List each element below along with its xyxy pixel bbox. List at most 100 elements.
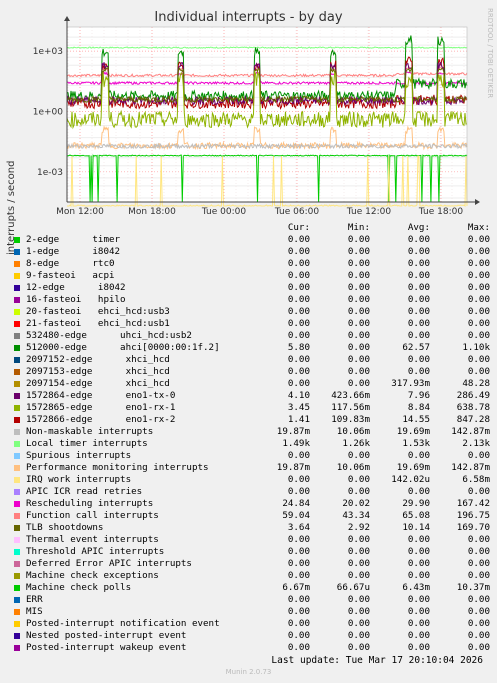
legend-row: Local timer interrupts 1.49k 1.26k 1.53k 2.1… xyxy=(14,438,494,450)
legend-row: 2-edge timer 0.00 0.00 0.00 0.00 xyxy=(14,234,494,246)
legend-cur: 0.00 xyxy=(287,246,310,257)
legend-avg: 0.00 xyxy=(407,330,430,341)
legend-max: 6.58m xyxy=(462,474,490,485)
legend-cur: 0.00 xyxy=(287,330,310,341)
legend-cur: 0.00 xyxy=(287,270,310,281)
legend-avg: 0.00 xyxy=(407,294,430,305)
legend-series-name: 2097152-edge xhci_hcd xyxy=(26,354,170,365)
legend-min: 0.00 xyxy=(347,330,370,341)
legend-series-name: Non-maskable interrupts xyxy=(26,426,154,437)
legend-series-name: 21-fasteoi ehci_hcd:usb1 xyxy=(26,318,170,329)
legend-swatch xyxy=(14,321,20,327)
legend-min: 0.00 xyxy=(347,450,370,461)
legend-swatch xyxy=(14,501,20,507)
x-tick-label: Tue 06:00 xyxy=(274,207,319,217)
legend-min: 0.00 xyxy=(347,570,370,581)
legend-max: 0.00 xyxy=(467,330,490,341)
legend-avg: 62.57 xyxy=(402,342,430,353)
legend-row: Function call interrupts 59.04 43.34 65.08 1… xyxy=(14,510,494,522)
legend-series-name: 1572866-edge eno1-rx-2 xyxy=(26,414,176,425)
legend-series-name: Performance monitoring interrupts xyxy=(26,462,209,473)
legend-min: 0.00 xyxy=(347,234,370,245)
plot-area: 1e+03 1e+00 1e-03 Mon 12:00 Mon 18:00 Tue 00:… xyxy=(33,16,480,217)
legend-series-name: Local timer interrupts xyxy=(26,438,148,449)
legend-avg: 0.00 xyxy=(407,366,430,377)
legend-avg: 0.00 xyxy=(407,606,430,617)
legend-swatch xyxy=(14,573,20,579)
legend-min: 0.00 xyxy=(347,618,370,629)
legend-row: MIS 0.00 0.00 0.00 0.00 xyxy=(14,606,494,618)
legend-max: 0.00 xyxy=(467,234,490,245)
legend-row: Machine check polls 6.67m 66.67u 6.43m 10.37… xyxy=(14,582,494,594)
legend-swatch xyxy=(14,429,20,435)
legend-swatch xyxy=(14,333,20,339)
legend-max: 142.87m xyxy=(451,426,490,437)
legend-row: TLB shootdowns 3.64 2.92 10.14 169.70 xyxy=(14,522,494,534)
legend-cur: 19.87m xyxy=(276,462,310,473)
legend-cur: 0.00 xyxy=(287,594,310,605)
legend-cur: 6.67m xyxy=(282,582,310,593)
legend-series-name: Spurious interrupts xyxy=(26,450,132,461)
legend-max: 847.28 xyxy=(456,414,490,425)
legend-avg: 142.02u xyxy=(391,474,430,485)
legend-cur: 0.00 xyxy=(287,570,310,581)
legend-max: 0.00 xyxy=(467,546,490,557)
legend-max: 0.00 xyxy=(467,306,490,317)
legend-cur: 19.87m xyxy=(276,426,310,437)
legend-swatch xyxy=(14,549,20,555)
legend-swatch xyxy=(14,453,20,459)
legend-swatch xyxy=(14,345,20,351)
legend-min: 0.00 xyxy=(347,474,370,485)
legend-swatch xyxy=(14,309,20,315)
munin-graph: Individual interrupts - by day interrupt… xyxy=(0,0,497,683)
legend-row: Non-maskable interrupts 19.87m 10.06m 19.69… xyxy=(14,426,494,438)
x-tick-label: Mon 18:00 xyxy=(128,207,176,217)
legend-min: 0.00 xyxy=(347,294,370,305)
legend-table: Cur: Min: Avg: Max: 2-edge timer 0.00 0.00… xyxy=(14,222,494,654)
legend-cur: 0.00 xyxy=(287,354,310,365)
legend-min: 0.00 xyxy=(347,366,370,377)
legend-swatch xyxy=(14,273,20,279)
legend-min: 43.34 xyxy=(342,510,370,521)
legend-swatch xyxy=(14,561,20,567)
legend-max: 10.37m xyxy=(456,582,490,593)
legend-swatch xyxy=(14,249,20,255)
legend-max: 0.00 xyxy=(467,294,490,305)
legend-avg: 7.96 xyxy=(407,390,430,401)
last-update: Last update: Tue Mar 17 20:10:04 2026 xyxy=(271,655,483,666)
legend-min: 117.56m xyxy=(331,402,370,413)
legend-avg: 0.00 xyxy=(407,270,430,281)
x-axis-arrow xyxy=(475,199,480,205)
legend-cur: 0.00 xyxy=(287,318,310,329)
legend-series-name: 1572865-edge eno1-rx-1 xyxy=(26,402,176,413)
legend-cur: 0.00 xyxy=(287,294,310,305)
legend-min: 0.00 xyxy=(347,258,370,269)
legend-min: 0.00 xyxy=(347,630,370,641)
legend-row: IRQ work interrupts 0.00 0.00 142.02u 6.58m xyxy=(14,474,494,486)
legend-row: Machine check exceptions 0.00 0.00 0.00 0.00 xyxy=(14,570,494,582)
legend-avg: 317.93m xyxy=(391,378,430,389)
legend-min: 0.00 xyxy=(347,282,370,293)
legend-swatch xyxy=(14,417,20,423)
legend-cur: 59.04 xyxy=(282,510,310,521)
legend-series-name: Posted-interrupt notification event xyxy=(26,618,220,629)
legend-row: APIC ICR read retries 0.00 0.00 0.00 0.00 xyxy=(14,486,494,498)
legend-series-name: 20-fasteoi ehci_hcd:usb3 xyxy=(26,306,170,317)
legend-swatch xyxy=(14,441,20,447)
legend-cur: 3.45 xyxy=(287,402,310,413)
legend-min: 0.00 xyxy=(347,558,370,569)
legend-max: 0.00 xyxy=(467,366,490,377)
legend-max: 0.00 xyxy=(467,606,490,617)
x-tick-label: Tue 00:00 xyxy=(201,207,246,217)
legend-row: 532480-edge uhci_hcd:usb2 0.00 0.00 0.00 0.0… xyxy=(14,330,494,342)
legend-avg: 0.00 xyxy=(407,594,430,605)
col-avg-header: Avg: xyxy=(407,222,430,233)
legend-max: 48.28 xyxy=(462,378,490,389)
legend-cur: 0.00 xyxy=(287,618,310,629)
legend-min: 109.83m xyxy=(331,414,370,425)
legend-row: 2097154-edge xhci_hcd 0.00 0.00 317.93m 48.2… xyxy=(14,378,494,390)
legend-row: 8-edge rtc0 0.00 0.00 0.00 0.00 xyxy=(14,258,494,270)
legend-cur: 0.00 xyxy=(287,258,310,269)
legend-min: 10.06m xyxy=(336,462,370,473)
legend-series-name: 2-edge timer xyxy=(26,234,121,245)
